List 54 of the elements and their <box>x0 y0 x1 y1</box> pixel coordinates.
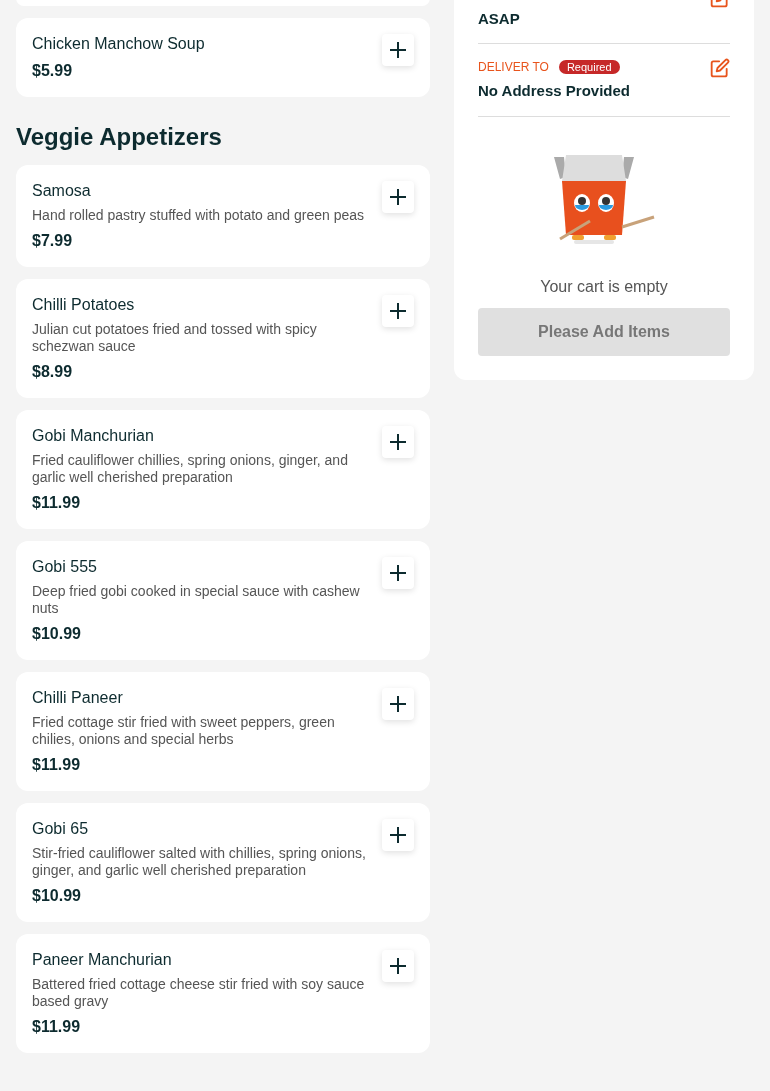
plus-icon <box>389 564 407 582</box>
menu-item-card[interactable]: Gobi 555 Deep fried gobi cooked in special sauce with cashew nuts $10.99 <box>16 541 430 660</box>
plus-icon <box>389 302 407 320</box>
menu-item-card[interactable]: Chilli Potatoes Julian cut potatoes fried and tossed with spicy schezwan sauce $8.99 <box>16 279 430 398</box>
deliver-to-label: DELIVER TO <box>478 58 549 76</box>
empty-cart-message: Your cart is empty <box>540 277 668 297</box>
item-description: Hand rolled pastry stuffed with potato and green peas <box>32 207 366 224</box>
add-button[interactable] <box>382 181 414 213</box>
item-name: Gobi 65 <box>32 819 90 839</box>
item-price: $11.99 <box>32 1017 82 1037</box>
section-heading: Veggie Appetizers <box>16 123 223 151</box>
item-description: Deep fried gobi cooked in special sauce with cashew nuts <box>32 583 361 617</box>
plus-icon <box>389 188 407 206</box>
add-button[interactable] <box>382 950 414 982</box>
plus-icon <box>389 695 407 713</box>
menu-item-card[interactable]: Chicken Manchow Soup $5.99 <box>16 18 430 97</box>
menu-item-card[interactable]: Samosa Hand rolled pastry stuffed with potato and green peas $7.99 <box>16 165 430 267</box>
plus-icon <box>389 433 407 451</box>
delivery-time-value: ASAP <box>478 9 520 29</box>
menu-item-card[interactable]: Gobi 65 Stir-fried cauliflower salted with chillies, spring onions, ginger, and garlic well cherished preparation $10.99 <box>16 803 430 922</box>
item-name: Chicken Manchow Soup <box>32 34 206 54</box>
item-price: $7.99 <box>32 231 74 251</box>
menu-item-card[interactable]: Gobi Manchurian Fried cauliflower chillies, spring onions, ginger, and garlic well cherished preparation $11.99 <box>16 410 430 529</box>
item-price: $10.99 <box>32 886 82 906</box>
address-value: No Address Provided <box>478 80 630 101</box>
item-name: Paneer Manchurian <box>32 950 173 970</box>
item-name: Chilli Paneer <box>32 688 124 708</box>
edit-icon[interactable] <box>710 57 730 78</box>
item-name: Samosa <box>32 181 92 201</box>
menu-item-card[interactable]: Paneer Manchurian Battered fried cottage cheese stir fried with soy sauce based gravy $11.99 <box>16 934 430 1053</box>
add-button[interactable] <box>382 295 414 327</box>
item-name: Chilli Potatoes <box>32 295 136 315</box>
item-price: $8.99 <box>32 362 74 382</box>
menu-item-card[interactable]: Chilli Paneer Fried cottage stir fried with sweet peppers, green chilies, onions and special herbs $11.99 <box>16 672 430 791</box>
add-button[interactable] <box>382 557 414 589</box>
item-name: Gobi 555 <box>32 557 98 577</box>
item-name: Gobi Manchurian <box>32 426 155 446</box>
item-price: $11.99 <box>32 493 82 513</box>
required-badge: Required <box>558 59 620 74</box>
item-description: Stir-fried cauliflower salted with chillies, spring onions, ginger, and garlic well cherished preparation <box>32 845 366 879</box>
plus-icon <box>389 826 407 844</box>
plus-icon <box>389 41 407 59</box>
item-description: Fried cottage stir fried with sweet peppers, green chilies, onions and special herbs <box>32 714 336 748</box>
add-button[interactable] <box>382 688 414 720</box>
item-price: $11.99 <box>32 755 82 775</box>
item-description: Battered fried cottage cheese stir fried with soy sauce based gravy <box>32 976 366 1010</box>
add-button[interactable] <box>382 34 414 66</box>
item-price: $5.99 <box>32 61 74 81</box>
plus-icon <box>389 957 407 975</box>
item-description: Fried cauliflower chillies, spring onions, ginger, and garlic well cherished preparation <box>32 452 349 486</box>
item-description: Julian cut potatoes fried and tossed with spicy schezwan sauce <box>32 321 318 355</box>
add-button[interactable] <box>382 426 414 458</box>
add-button[interactable] <box>382 819 414 851</box>
item-price: $10.99 <box>32 624 82 644</box>
